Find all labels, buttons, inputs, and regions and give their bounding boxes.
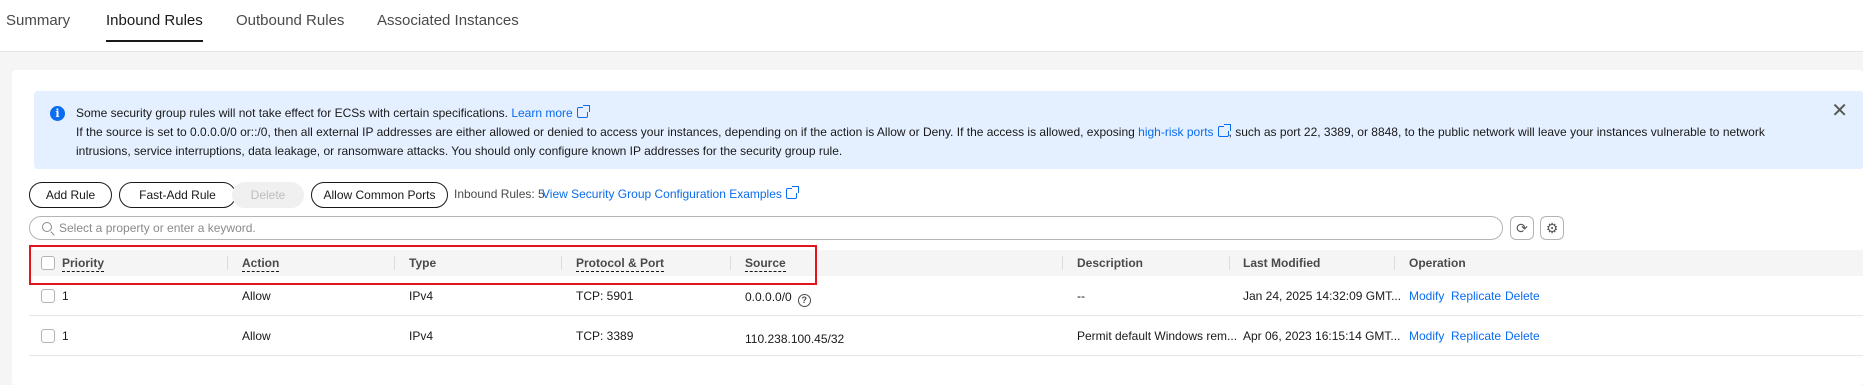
cell-type: IPv4 [409, 289, 434, 303]
close-icon[interactable]: ✕ [1831, 101, 1848, 121]
allow-common-ports-button[interactable]: Allow Common Ports [311, 182, 448, 208]
question-icon[interactable]: ? [797, 294, 811, 307]
header-operation: Operation [1409, 256, 1466, 270]
config-examples-label: View Security Group Configuration Exampl… [542, 187, 782, 201]
search-icon [42, 222, 52, 232]
fast-add-rule-button[interactable]: Fast-Add Rule [119, 182, 236, 208]
cell-source: 0.0.0.0/0? [745, 290, 811, 307]
tab-outbound-rules[interactable]: Outbound Rules [236, 12, 344, 42]
column-divider [1229, 256, 1230, 270]
cell-source-value: 0.0.0.0/0 [745, 290, 792, 304]
inbound-rules-count: Inbound Rules: 5 [454, 187, 545, 201]
replicate-link[interactable]: Replicate [1451, 329, 1501, 343]
table-row: 1 Allow IPv4 TCP: 3389 110.238.100.45/32… [29, 316, 1863, 356]
cell-type: IPv4 [409, 329, 434, 343]
modify-link[interactable]: Modify [1409, 289, 1444, 303]
row-checkbox[interactable] [41, 329, 55, 343]
delete-link[interactable]: Delete [1505, 289, 1540, 303]
add-rule-button[interactable]: Add Rule [29, 182, 112, 208]
cell-action: Allow [242, 289, 271, 303]
refresh-icon[interactable]: ⟳ [1510, 216, 1534, 240]
info-alert: i Some security group rules will not tak… [34, 91, 1863, 169]
cell-source: 110.238.100.45/32 [745, 332, 845, 346]
rules-panel: i Some security group rules will not tak… [12, 70, 1863, 385]
high-risk-ports-link[interactable]: high-risk ports [1138, 124, 1231, 139]
tab-inbound-rules[interactable]: Inbound Rules [106, 12, 203, 42]
search-bar[interactable] [29, 216, 1503, 240]
replicate-link[interactable]: Replicate [1451, 289, 1501, 303]
modify-link[interactable]: Modify [1409, 329, 1444, 343]
cell-priority: 1 [62, 289, 69, 303]
header-last-modified: Last Modified [1243, 256, 1321, 270]
learn-more-link[interactable]: Learn more [511, 105, 590, 120]
cell-last-modified: Apr 06, 2023 16:15:14 GMT... [1243, 329, 1401, 343]
alert-line-2: If the source is set to 0.0.0.0/0 or::/0… [76, 123, 1801, 161]
cell-description: Permit default Windows rem... [1077, 329, 1238, 343]
tab-associated-instances[interactable]: Associated Instances [377, 12, 519, 42]
cell-description: -- [1077, 289, 1085, 303]
cell-last-modified: Jan 24, 2025 14:32:09 GMT... [1243, 289, 1402, 303]
delete-button[interactable]: Delete [232, 182, 304, 208]
row-checkbox[interactable] [41, 289, 55, 303]
gear-icon[interactable]: ⚙ [1540, 216, 1564, 240]
tab-bar: Summary Inbound Rules Outbound Rules Ass… [0, 0, 1863, 52]
cell-protocol-port: TCP: 5901 [576, 289, 634, 303]
column-divider [1062, 256, 1063, 270]
column-divider [1394, 256, 1395, 270]
high-risk-ports-label: high-risk ports [1138, 125, 1214, 139]
info-icon: i [50, 106, 65, 121]
external-link-icon [576, 105, 590, 118]
cell-protocol-port: TCP: 3389 [576, 329, 634, 343]
row-highlight-box [29, 245, 817, 285]
config-examples-link[interactable]: View Security Group Configuration Exampl… [542, 186, 799, 201]
learn-more-label: Learn more [511, 106, 573, 120]
delete-link[interactable]: Delete [1505, 329, 1540, 343]
tab-summary[interactable]: Summary [6, 12, 70, 42]
external-link-icon [785, 186, 799, 199]
search-input[interactable] [59, 219, 1459, 237]
cell-action: Allow [242, 329, 271, 343]
alert-line-1-text: Some security group rules will not take … [76, 106, 508, 120]
alert-line-1: Some security group rules will not take … [76, 104, 590, 123]
header-description: Description [1077, 256, 1144, 270]
alert-line-2-part-1: If the source is set to 0.0.0.0/0 or::/0… [76, 125, 1135, 139]
external-link-icon [1217, 124, 1231, 137]
cell-priority: 1 [62, 329, 69, 343]
